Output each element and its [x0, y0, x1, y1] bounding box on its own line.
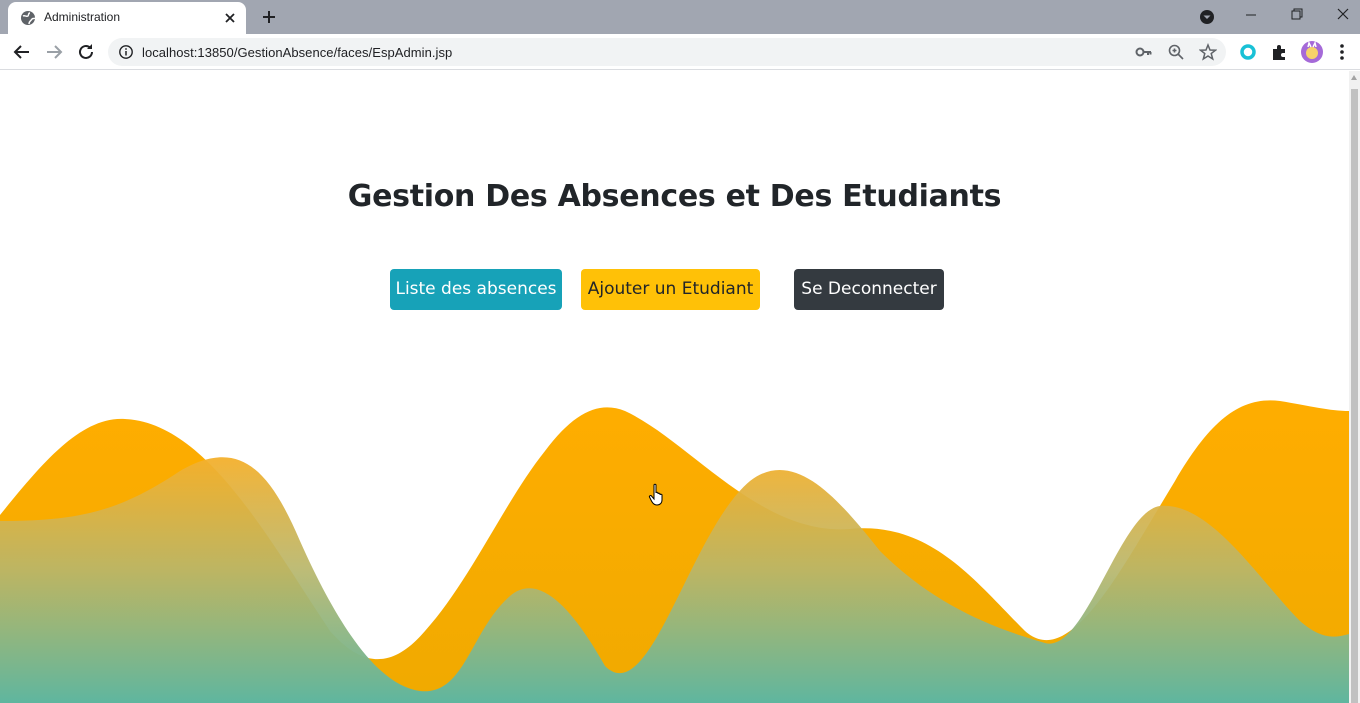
puzzle-icon[interactable]	[1269, 41, 1291, 63]
scroll-up-arrow-icon[interactable]	[1351, 75, 1357, 80]
forward-icon[interactable]	[44, 42, 64, 62]
scrollbar[interactable]	[1349, 71, 1360, 703]
window-close-icon[interactable]	[1320, 4, 1360, 26]
reload-icon[interactable]	[76, 42, 96, 62]
add-student-button[interactable]: Ajouter un Etudiant	[581, 269, 760, 310]
url-text: localhost:13850/GestionAbsence/faces/Esp…	[142, 45, 453, 60]
page-viewport: Gestion Des Absences et Des Etudiants Li…	[0, 71, 1349, 703]
close-icon[interactable]	[222, 10, 238, 26]
info-icon[interactable]	[118, 44, 134, 60]
wave-background	[0, 400, 1349, 703]
browser-toolbar: localhost:13850/GestionAbsence/faces/Esp…	[0, 34, 1360, 70]
tab-strip: Administration	[0, 0, 1360, 34]
globe-icon	[21, 11, 36, 25]
minimize-icon[interactable]	[1228, 4, 1274, 26]
browser-tab[interactable]: Administration	[8, 2, 246, 34]
extension-icon[interactable]	[1237, 41, 1259, 63]
tab-search-icon[interactable]	[1198, 8, 1216, 26]
star-icon[interactable]	[1199, 43, 1217, 61]
page-title: Gestion Des Absences et Des Etudiants	[347, 179, 1002, 214]
tab-title: Administration	[44, 10, 121, 24]
menu-icon[interactable]	[1333, 41, 1351, 63]
back-icon[interactable]	[12, 42, 32, 62]
avatar[interactable]	[1301, 41, 1323, 63]
plus-icon[interactable]	[260, 8, 278, 26]
absence-list-button[interactable]: Liste des absences	[390, 269, 562, 310]
logout-button[interactable]: Se Deconnecter	[794, 269, 944, 310]
scroll-thumb[interactable]	[1351, 89, 1358, 703]
address-bar[interactable]: localhost:13850/GestionAbsence/faces/Esp…	[108, 38, 1226, 66]
hand-cursor-icon	[648, 483, 663, 506]
zoom-icon[interactable]	[1167, 43, 1185, 61]
maximize-icon[interactable]	[1274, 4, 1320, 26]
key-icon[interactable]	[1135, 43, 1153, 61]
